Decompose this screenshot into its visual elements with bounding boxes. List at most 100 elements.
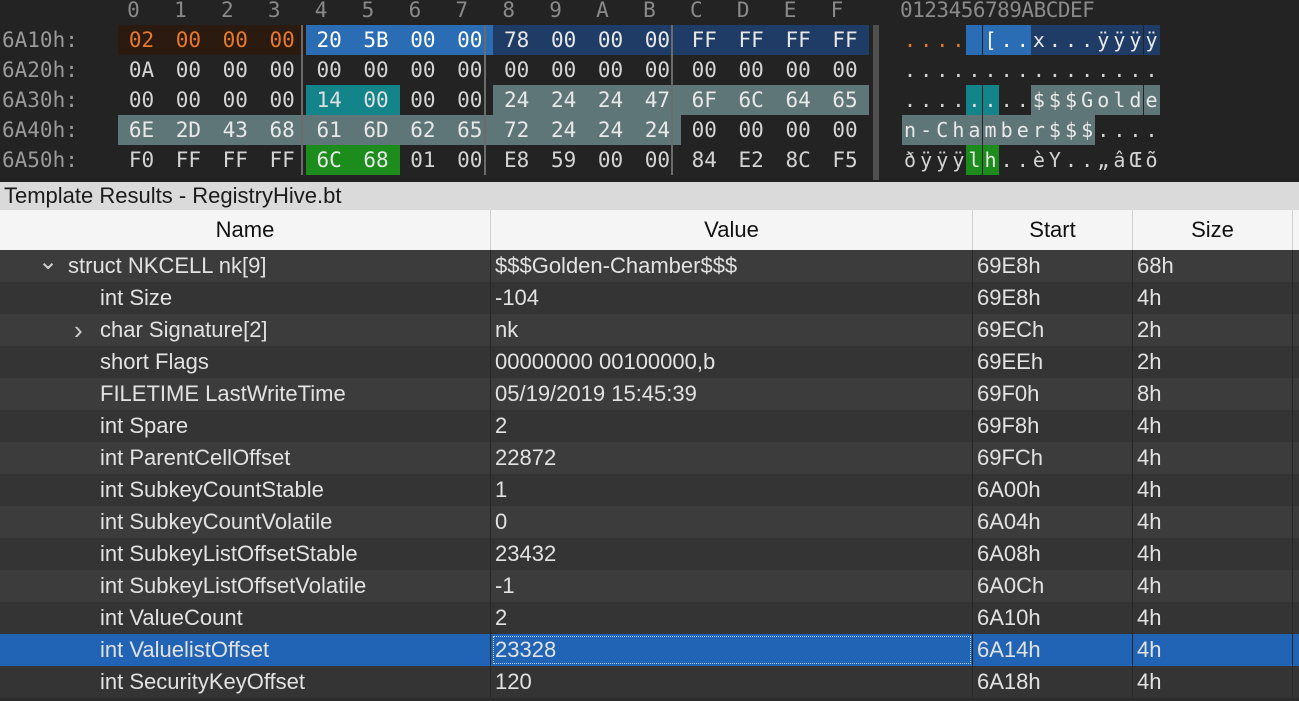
- hex-byte[interactable]: 00: [540, 55, 587, 85]
- hex-byte[interactable]: 5B: [352, 25, 400, 55]
- ascii-char[interactable]: $: [1079, 115, 1096, 145]
- hex-byte[interactable]: 00: [587, 25, 634, 55]
- cell-value[interactable]: 05/19/2019 15:45:39: [491, 378, 973, 410]
- template-results-grid[interactable]: Name Value Start Size ⌄ struct NKCELL nk[…: [0, 210, 1299, 701]
- ascii-char[interactable]: .: [1031, 55, 1047, 85]
- hex-byte[interactable]: 00: [211, 25, 259, 55]
- column-header-value[interactable]: Value: [491, 210, 973, 250]
- cell-value[interactable]: 2: [491, 602, 973, 634]
- hex-byte[interactable]: 00: [775, 55, 822, 85]
- cell-value[interactable]: nk: [491, 314, 973, 346]
- hex-byte[interactable]: 00: [165, 85, 212, 115]
- hex-byte[interactable]: 00: [728, 115, 775, 145]
- ascii-char[interactable]: .: [918, 85, 934, 115]
- hex-byte[interactable]: 65: [821, 85, 869, 115]
- hex-byte[interactable]: 00: [634, 145, 681, 175]
- ascii-char[interactable]: .: [1014, 25, 1031, 55]
- ascii-char[interactable]: l: [966, 145, 983, 175]
- cell-value[interactable]: 1: [491, 474, 973, 506]
- hex-byte[interactable]: 8C: [775, 145, 822, 175]
- hex-byte[interactable]: FF: [727, 25, 775, 55]
- ascii-char[interactable]: o: [1095, 85, 1112, 115]
- ascii-char[interactable]: x: [1030, 25, 1047, 55]
- ascii-char[interactable]: .: [1095, 115, 1111, 145]
- ascii-char[interactable]: .: [1095, 55, 1111, 85]
- ascii-char[interactable]: d: [1127, 85, 1144, 115]
- ascii-char[interactable]: â: [1111, 145, 1127, 175]
- hex-byte[interactable]: 00: [165, 55, 212, 85]
- ascii-char[interactable]: è: [1031, 145, 1047, 175]
- ascii-char[interactable]: ÿ: [1143, 25, 1160, 55]
- ascii-char[interactable]: $: [1030, 85, 1047, 115]
- ascii-char[interactable]: .: [950, 85, 966, 115]
- hex-byte[interactable]: FF: [774, 25, 822, 55]
- ascii-char[interactable]: .: [998, 25, 1015, 55]
- ascii-char[interactable]: .: [934, 85, 950, 115]
- hex-byte[interactable]: 24: [633, 115, 681, 145]
- ascii-char[interactable]: .: [902, 55, 918, 85]
- ascii-char[interactable]: .: [1047, 55, 1063, 85]
- hex-byte[interactable]: 00: [352, 85, 400, 115]
- hex-byte[interactable]: 24: [587, 85, 634, 115]
- hex-byte[interactable]: F5: [822, 145, 869, 175]
- ascii-char[interactable]: b: [998, 115, 1015, 145]
- ascii-char[interactable]: .: [1127, 115, 1143, 145]
- hex-byte[interactable]: 64: [774, 85, 822, 115]
- template-row[interactable]: ⌄ struct NKCELL nk[9] $$$Golden-Chamber$$$…: [0, 250, 1299, 282]
- ascii-char[interactable]: ÿ: [950, 145, 966, 175]
- ascii-char[interactable]: $: [1063, 115, 1080, 145]
- hex-byte[interactable]: 84: [681, 145, 728, 175]
- ascii-char[interactable]: .: [918, 25, 934, 55]
- ascii-char[interactable]: .: [983, 55, 999, 85]
- hex-byte[interactable]: 00: [259, 55, 306, 85]
- hex-byte[interactable]: 00: [258, 25, 306, 55]
- cell-value[interactable]: 120: [491, 666, 973, 698]
- ascii-char[interactable]: [966, 25, 983, 55]
- hex-byte[interactable]: 00: [399, 85, 446, 115]
- ascii-char[interactable]: .: [1063, 145, 1079, 175]
- hex-byte[interactable]: FF: [259, 145, 306, 175]
- hex-byte[interactable]: 00: [446, 145, 493, 175]
- hex-byte[interactable]: 00: [633, 25, 681, 55]
- ascii-char[interactable]: .: [902, 25, 918, 55]
- hex-byte[interactable]: 20: [305, 25, 353, 55]
- cell-value[interactable]: 0: [491, 506, 973, 538]
- hex-editor-panel[interactable]: 0 1 2 3 4 5 6 7 8 9 A B C D E F 0123456789ABCDEF 6A10h: 0…: [0, 0, 1299, 182]
- hex-byte[interactable]: 00: [399, 25, 447, 55]
- hex-byte[interactable]: 65: [446, 115, 494, 145]
- ascii-char[interactable]: G: [1079, 85, 1096, 115]
- hex-byte[interactable]: FF: [165, 145, 212, 175]
- ascii-char[interactable]: .: [966, 85, 983, 115]
- ascii-char[interactable]: .: [1015, 145, 1031, 175]
- template-row[interactable]: int SecurityKeyOffset 120 6A18h 4h: [0, 666, 1299, 698]
- ascii-char[interactable]: .: [950, 25, 966, 55]
- hex-byte[interactable]: 00: [587, 55, 634, 85]
- ascii-char[interactable]: .: [918, 55, 934, 85]
- template-row[interactable]: int ValueCount 2 6A10h 4h: [0, 602, 1299, 634]
- template-row[interactable]: FILETIME LastWriteTime 05/19/2019 15:45:3…: [0, 378, 1299, 410]
- hex-byte[interactable]: 61: [305, 115, 353, 145]
- ascii-char[interactable]: a: [966, 115, 983, 145]
- hex-byte[interactable]: 6F: [680, 85, 728, 115]
- hex-byte[interactable]: 00: [446, 85, 493, 115]
- ascii-char[interactable]: .: [1079, 25, 1096, 55]
- column-header-start[interactable]: Start: [973, 210, 1133, 250]
- column-header-name[interactable]: Name: [0, 210, 491, 250]
- ascii-char[interactable]: .: [999, 145, 1015, 175]
- hex-byte[interactable]: 24: [540, 115, 588, 145]
- hex-byte[interactable]: 78: [493, 25, 541, 55]
- hex-byte[interactable]: 68: [258, 115, 306, 145]
- ascii-char[interactable]: ÿ: [1111, 25, 1128, 55]
- hex-byte[interactable]: 00: [681, 55, 728, 85]
- template-row[interactable]: int SubkeyCountVolatile 0 6A04h 4h: [0, 506, 1299, 538]
- template-row[interactable]: › char Signature[2] nk 69ECh 2h: [0, 314, 1299, 346]
- ascii-char[interactable]: .: [1015, 55, 1031, 85]
- hex-byte[interactable]: 62: [399, 115, 447, 145]
- ascii-char[interactable]: Œ: [1127, 145, 1143, 175]
- ascii-char[interactable]: [: [982, 25, 999, 55]
- hex-byte[interactable]: 00: [212, 55, 259, 85]
- ascii-char[interactable]: .: [1144, 115, 1160, 145]
- ascii-char[interactable]: .: [1046, 25, 1063, 55]
- hex-byte[interactable]: FF: [821, 25, 869, 55]
- hex-byte[interactable]: 02: [118, 25, 165, 55]
